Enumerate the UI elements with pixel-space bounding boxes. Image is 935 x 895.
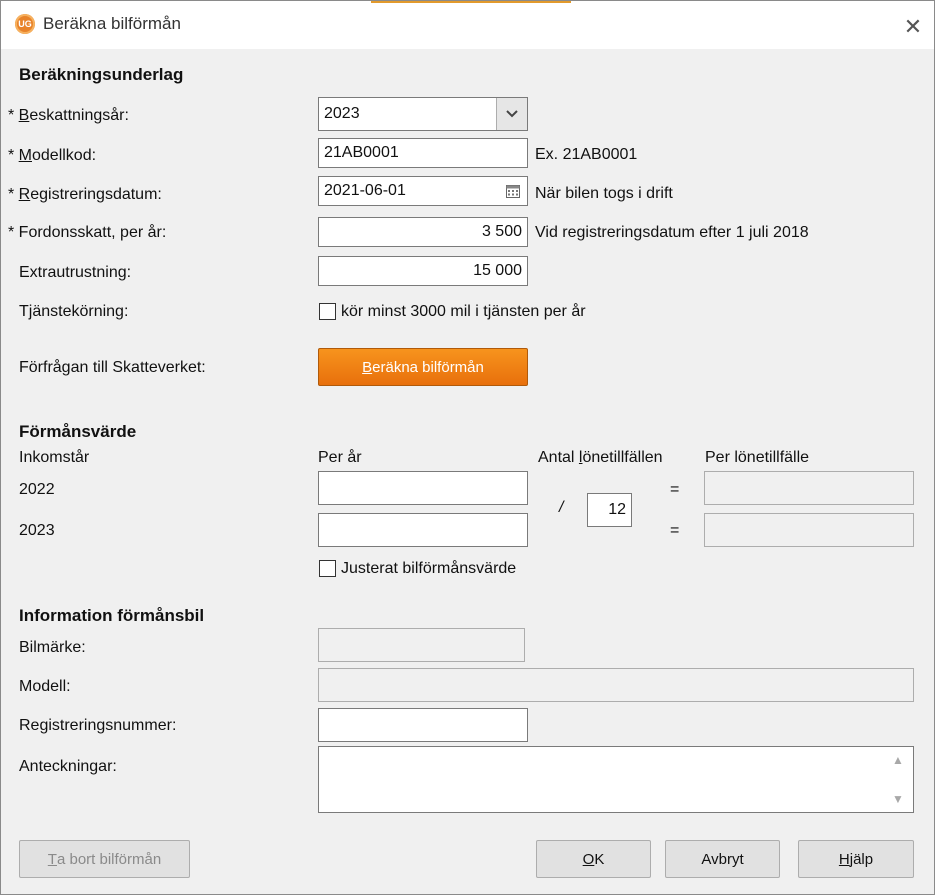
vehicle-tax-input[interactable]: 3 500 [318, 217, 528, 247]
dialog-window: UG Beräkna bilförmån ✕ Beräkningsunderla… [0, 0, 935, 895]
brand-label: Bilmärke: [19, 639, 86, 656]
chevron-down-icon[interactable] [496, 98, 527, 130]
model-label: Modell: [19, 678, 71, 695]
tax-year-value: 2023 [324, 105, 360, 122]
regnr-input[interactable] [318, 708, 528, 742]
vehicle-tax-hint: Vid registreringsdatum efter 1 juli 2018 [535, 224, 809, 241]
service-driving-label: Tjänstekörning: [19, 303, 129, 320]
brand-field [318, 628, 525, 662]
divide-sign: / [559, 499, 564, 516]
close-icon[interactable]: ✕ [899, 13, 927, 41]
regnr-label: Registreringsnummer: [19, 717, 177, 734]
app-logo-icon: UG [15, 14, 35, 34]
equals-sign-1: = [670, 481, 680, 498]
model-field [318, 668, 914, 702]
calculate-benefit-button[interactable]: Beräkna bilförmån [318, 348, 528, 386]
title-bar: UG Beräkna bilförmån ✕ [1, 1, 934, 49]
year-2-per-payment-field [704, 513, 914, 547]
title-accent [371, 1, 571, 3]
section-heading-car-info: Information förmånsbil [19, 606, 205, 625]
tax-year-select[interactable]: 2023 [318, 97, 528, 131]
adjusted-value-checkbox-label[interactable]: Justerat bilförmånsvärde [341, 560, 516, 578]
equals-sign-2: = [670, 522, 680, 539]
model-code-input[interactable]: 21AB0001 [318, 138, 528, 168]
reg-date-input[interactable]: 2021-06-01 [318, 176, 528, 206]
year-2-per-year-input[interactable] [318, 513, 528, 547]
extra-equipment-label: Extrautrustning: [19, 264, 132, 281]
scroll-down-icon[interactable]: ▼ [891, 792, 905, 806]
extra-equipment-input[interactable]: 15 000 [318, 256, 528, 286]
service-driving-checkbox-label[interactable]: kör minst 3000 mil i tjänsten per år [341, 303, 586, 321]
reg-date-label: * Registreringsdatum: [8, 186, 162, 203]
window-title: Beräkna bilförmån [43, 14, 181, 33]
notes-textarea[interactable]: ▲ ▼ [318, 746, 914, 813]
ok-button[interactable]: OK [536, 840, 651, 878]
reg-date-hint: När bilen togs i drift [535, 185, 673, 202]
request-label: Förfrågan till Skatteverket: [19, 359, 206, 376]
service-driving-checkbox[interactable] [319, 303, 336, 320]
reg-date-value: 2021-06-01 [324, 182, 406, 199]
col-income-year: Inkomstår [19, 449, 90, 466]
col-per-year: Per år [318, 449, 362, 466]
year-row-2-label: 2023 [19, 522, 55, 539]
model-code-label: * Modellkod: [8, 147, 97, 164]
model-code-hint: Ex. 21AB0001 [535, 146, 638, 163]
remove-benefit-button[interactable]: Ta bort bilförmån [19, 840, 190, 878]
col-per-payment: Per lönetillfälle [705, 449, 810, 466]
notes-label: Anteckningar: [19, 758, 117, 775]
tax-year-label: * Beskattningsår: [8, 107, 129, 124]
help-button[interactable]: Hjälp [798, 840, 914, 878]
year-1-per-payment-field [704, 471, 914, 505]
year-1-per-year-input[interactable] [318, 471, 528, 505]
col-payment-count: Antal lönetillfällen [538, 449, 663, 466]
calendar-icon[interactable] [499, 177, 527, 205]
adjusted-value-checkbox[interactable] [319, 560, 336, 577]
scroll-up-icon[interactable]: ▲ [891, 753, 905, 767]
section-heading-benefit-value: Förmånsvärde [19, 422, 137, 441]
vehicle-tax-label: * Fordonsskatt, per år: [8, 224, 167, 241]
cancel-button[interactable]: Avbryt [665, 840, 780, 878]
year-row-1-label: 2022 [19, 481, 55, 498]
section-heading-basis: Beräkningsunderlag [19, 65, 184, 84]
payment-count-input[interactable]: 12 [587, 493, 632, 527]
